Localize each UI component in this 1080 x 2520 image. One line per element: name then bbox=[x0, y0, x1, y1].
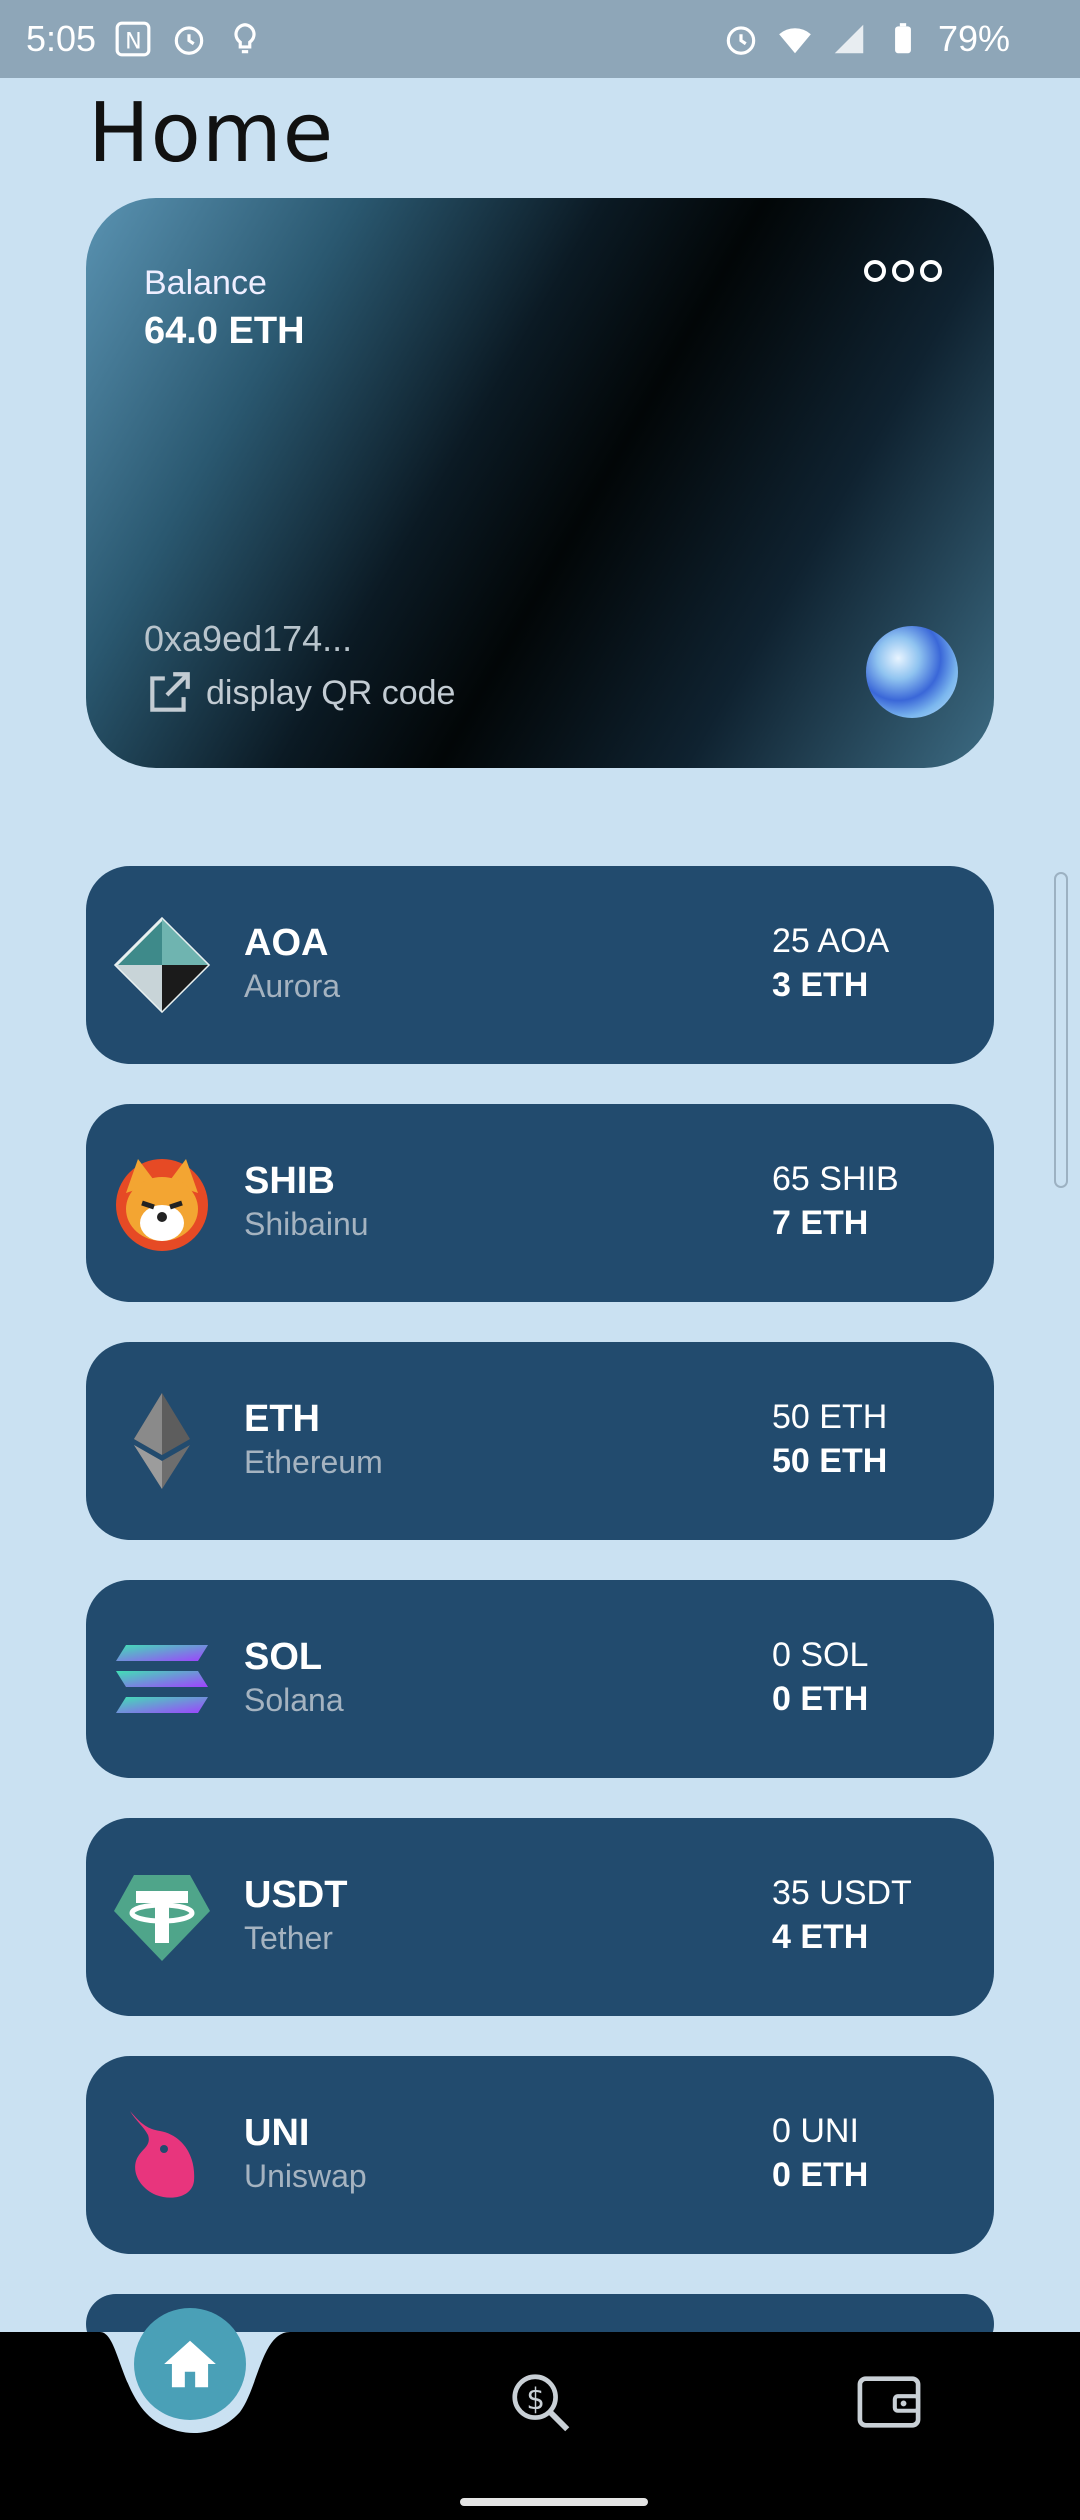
aurora-icon bbox=[113, 916, 211, 1014]
token-amount: 25 AOA bbox=[772, 922, 890, 960]
token-eth-value: 4 ETH bbox=[772, 1918, 869, 1956]
shiba-icon bbox=[116, 1159, 208, 1251]
battery-percent: 79% bbox=[937, 18, 1010, 59]
token-name: Uniswap bbox=[244, 2158, 367, 2194]
alarm-icon bbox=[726, 26, 756, 55]
token-eth-value: 7 ETH bbox=[772, 1204, 869, 1242]
token-name: Solana bbox=[244, 1682, 344, 1718]
token-symbol: SHIB bbox=[244, 1160, 335, 1202]
status-bar: 5:05 N 79% bbox=[0, 0, 1080, 78]
svg-text:N: N bbox=[125, 29, 142, 55]
clock-time: 5:05 bbox=[26, 18, 97, 59]
token-symbol: ETH bbox=[244, 1398, 320, 1440]
token-name: Ethereum bbox=[244, 1444, 383, 1480]
lightbulb-icon bbox=[234, 23, 256, 54]
token-eth-value: 50 ETH bbox=[772, 1442, 888, 1480]
token-row-shib[interactable]: SHIB Shibainu 65 SHIB 7 ETH bbox=[86, 1104, 994, 1302]
token-row-aoa[interactable]: AOA Aurora 25 AOA 3 ETH bbox=[86, 866, 994, 1064]
token-name: Tether bbox=[244, 1920, 333, 1956]
token-symbol: AOA bbox=[244, 922, 329, 964]
alarm-icon bbox=[174, 26, 204, 55]
balance-card[interactable]: Balance 64.0 ETH 0xa9ed174... display QR… bbox=[86, 198, 994, 768]
token-row-usdt[interactable]: USDT Tether 35 USDT 4 ETH bbox=[86, 1818, 994, 2016]
gesture-bar bbox=[460, 2498, 648, 2506]
token-row-uni[interactable]: UNI Uniswap 0 UNI 0 ETH bbox=[86, 2056, 994, 2254]
token-amount: 50 ETH bbox=[772, 1398, 888, 1436]
more-options-icon[interactable] bbox=[864, 260, 942, 282]
notion-icon: N bbox=[115, 21, 151, 57]
solana-icon bbox=[116, 1645, 208, 1713]
token-eth-value: 0 ETH bbox=[772, 1680, 869, 1718]
token-row-eth[interactable]: ETH Ethereum 50 ETH 50 ETH bbox=[86, 1342, 994, 1540]
token-amount: 65 SHIB bbox=[772, 1160, 899, 1198]
token-eth-value: 0 ETH bbox=[772, 2156, 869, 2194]
display-qr-button[interactable]: display QR code bbox=[144, 668, 455, 718]
external-link-icon bbox=[150, 672, 190, 712]
token-amount: 0 UNI bbox=[772, 2112, 859, 2150]
page-title: Home bbox=[88, 86, 335, 181]
wallet-address[interactable]: 0xa9ed174... bbox=[144, 618, 352, 660]
token-amount: 35 USDT bbox=[772, 1874, 912, 1912]
token-name: Shibainu bbox=[244, 1206, 369, 1242]
search-dollar-icon[interactable]: $ bbox=[506, 2368, 576, 2438]
battery-icon bbox=[895, 23, 911, 54]
balance-label: Balance bbox=[144, 264, 267, 302]
token-row-sol[interactable]: SOL Solana 0 SOL 0 ETH bbox=[86, 1580, 994, 1778]
display-qr-label: display QR code bbox=[206, 673, 456, 712]
wifi-icon bbox=[779, 28, 811, 54]
svg-text:$: $ bbox=[526, 2382, 545, 2416]
home-icon bbox=[164, 2340, 216, 2388]
uniswap-icon bbox=[130, 2111, 195, 2198]
tether-icon bbox=[114, 1875, 210, 1961]
balance-value: 64.0 ETH bbox=[144, 310, 305, 352]
home-button[interactable] bbox=[134, 2308, 246, 2420]
scrollbar[interactable] bbox=[1054, 872, 1068, 1188]
signal-icon bbox=[834, 24, 864, 54]
token-name: Aurora bbox=[244, 968, 341, 1004]
token-eth-value: 3 ETH bbox=[772, 966, 869, 1004]
wallet-icon[interactable] bbox=[854, 2370, 924, 2434]
token-symbol: UNI bbox=[244, 2112, 310, 2154]
avatar[interactable] bbox=[866, 626, 958, 718]
ethereum-icon bbox=[134, 1393, 190, 1489]
token-symbol: SOL bbox=[244, 1636, 323, 1678]
token-symbol: USDT bbox=[244, 1874, 348, 1916]
token-amount: 0 SOL bbox=[772, 1636, 869, 1674]
